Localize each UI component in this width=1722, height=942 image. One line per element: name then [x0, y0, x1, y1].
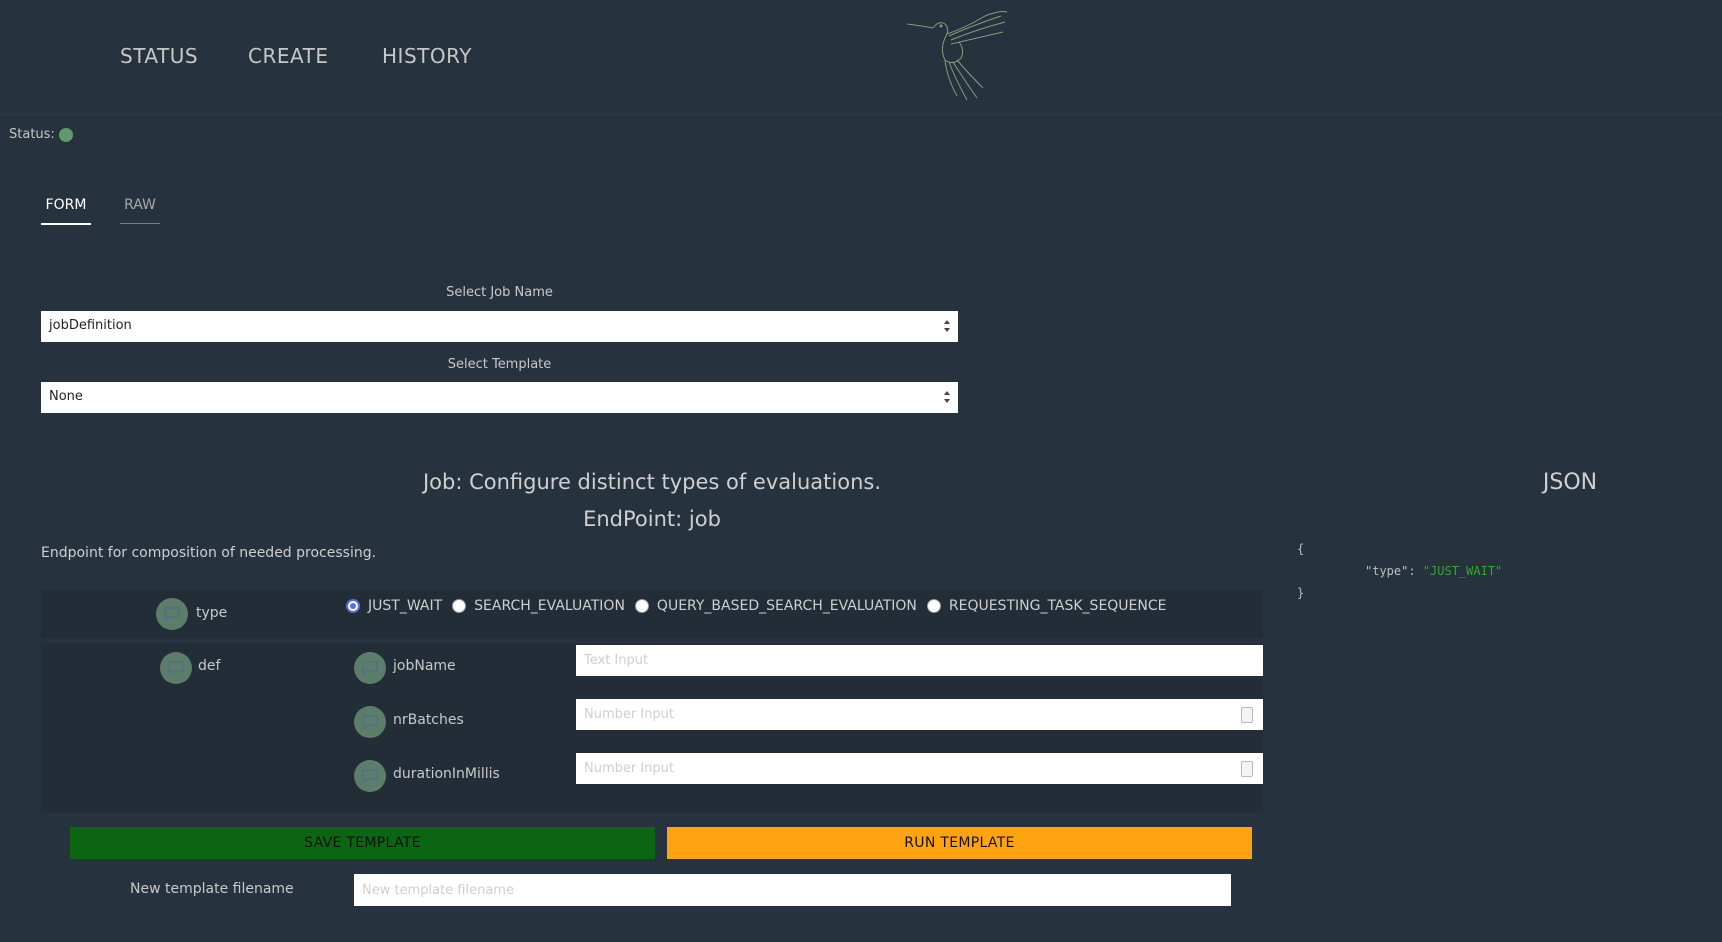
- job-endpoint: EndPoint: job: [583, 507, 721, 531]
- number-spinner-icon[interactable]: [1241, 761, 1253, 777]
- template-select[interactable]: None: [41, 382, 958, 413]
- durationinmillis-label: durationInMillis: [393, 766, 500, 782]
- comment-icon[interactable]: [354, 652, 386, 684]
- json-preview: { "type": "JUST_WAIT" }: [1297, 538, 1502, 604]
- job-title: Job: Configure distinct types of evaluat…: [422, 470, 882, 494]
- job-name-select-label: Select Job Name: [446, 285, 553, 300]
- radio-query-based-search-evaluation-label: QUERY_BASED_SEARCH_EVALUATION: [656, 598, 917, 614]
- nrbatches-wrapper: [576, 699, 1263, 730]
- radio-search-evaluation-label: SEARCH_EVALUATION: [474, 598, 625, 614]
- select-arrows-icon: [944, 320, 950, 332]
- hummingbird-logo-icon: [906, 11, 1008, 101]
- json-colon: :: [1408, 564, 1423, 578]
- json-close-brace: }: [1297, 586, 1305, 600]
- durationinmillis-wrapper: [576, 753, 1263, 784]
- job-description: Endpoint for composition of needed proce…: [41, 545, 377, 561]
- json-title: JSON: [1542, 470, 1598, 495]
- run-template-button[interactable]: RUN TEMPLATE: [667, 827, 1252, 859]
- comment-icon[interactable]: [156, 598, 188, 630]
- select-arrows-icon: [944, 391, 950, 403]
- nav-status[interactable]: STATUS: [120, 44, 198, 68]
- def-label: def: [198, 658, 221, 674]
- radio-just-wait[interactable]: [346, 599, 360, 613]
- json-open-brace: {: [1297, 542, 1305, 556]
- radio-just-wait-label: JUST_WAIT: [368, 598, 443, 614]
- jobname-input[interactable]: [576, 645, 1263, 676]
- type-radio-group: JUST_WAIT SEARCH_EVALUATION QUERY_BASED_…: [346, 598, 1177, 614]
- durationinmillis-input[interactable]: [576, 753, 1263, 784]
- json-key: "type": [1365, 564, 1409, 578]
- radio-requesting-task-sequence-label: REQUESTING_TASK_SEQUENCE: [948, 598, 1167, 614]
- status-indicator: [59, 128, 73, 142]
- nrbatches-input[interactable]: [576, 699, 1263, 730]
- template-select-label: Select Template: [447, 357, 552, 372]
- job-name-select[interactable]: jobDefinition: [41, 311, 958, 342]
- template-filename-input[interactable]: [354, 874, 1231, 906]
- json-value: "JUST_WAIT": [1422, 564, 1503, 578]
- nrbatches-label: nrBatches: [393, 712, 464, 728]
- job-name-select-value: jobDefinition: [49, 318, 132, 333]
- radio-search-evaluation[interactable]: [452, 599, 467, 613]
- radio-query-based-search-evaluation[interactable]: [634, 599, 649, 613]
- nav-create[interactable]: CREATE: [248, 44, 328, 68]
- comment-icon[interactable]: [354, 760, 386, 792]
- nav-history[interactable]: HISTORY: [382, 44, 472, 68]
- type-label: type: [196, 605, 228, 621]
- jobname-label: jobName: [393, 658, 456, 674]
- number-spinner-icon[interactable]: [1241, 707, 1253, 723]
- comment-icon[interactable]: [354, 706, 386, 738]
- tab-raw[interactable]: RAW: [120, 197, 160, 224]
- radio-requesting-task-sequence[interactable]: [926, 599, 941, 613]
- template-filename-label: New template filename: [130, 881, 294, 897]
- status-label: Status:: [9, 127, 55, 142]
- template-select-value: None: [49, 389, 83, 404]
- save-template-button[interactable]: SAVE TEMPLATE: [70, 827, 655, 859]
- comment-icon[interactable]: [160, 652, 192, 684]
- tab-form[interactable]: FORM: [41, 197, 91, 225]
